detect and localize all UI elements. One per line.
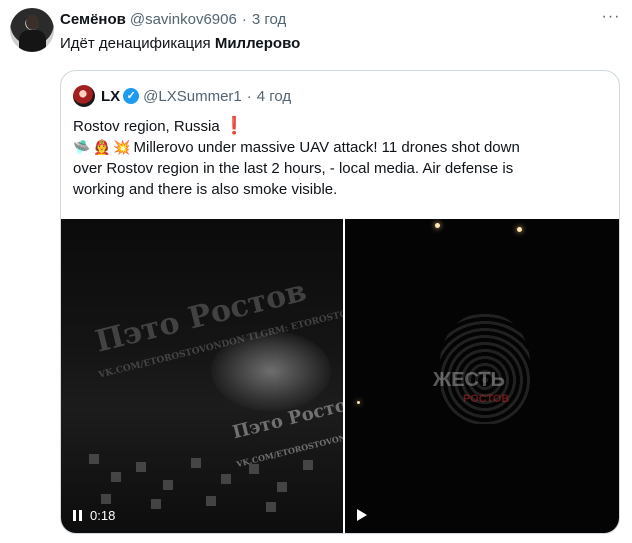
tweet-header: Семёнов @savinkov6906 · 3 год	[60, 9, 286, 29]
tweet-time[interactable]: 3 год	[252, 11, 286, 28]
sky-light	[357, 401, 360, 404]
quoted-line-1: Rostov region, Russia ❗	[73, 115, 603, 137]
quoted-line-1-text: Rostov region, Russia	[73, 118, 220, 135]
video-right-controls	[357, 503, 367, 527]
media-grid: Пэто Ростов VK.COM/ETOROSTOVONDON TLGRM:…	[61, 219, 619, 533]
watermark-main: ЖЕСТЬ	[433, 369, 505, 391]
explosion-emoji: 💥	[113, 139, 131, 155]
sky-light	[517, 227, 522, 232]
quoted-tweet-time: 4 год	[256, 87, 292, 105]
author-avatar[interactable]	[10, 8, 54, 52]
quoted-tweet-text: Rostov region, Russia ❗ 🛸 🧑‍🚒 💥 Millerov…	[73, 115, 603, 200]
author-handle[interactable]: @savinkov6906	[130, 11, 237, 28]
video-left-controls: 0:18	[73, 503, 115, 527]
ufo-emoji: 🛸	[73, 139, 91, 155]
more-icon[interactable]: ···	[600, 8, 622, 26]
exclamation-emoji: ❗	[223, 116, 246, 135]
quoted-line-3: over Rostov region in the last 2 hours, …	[73, 160, 514, 177]
watermark-sub: РОСТОВ	[463, 393, 510, 405]
author-name[interactable]: Семёнов	[60, 11, 126, 28]
play-icon[interactable]	[357, 509, 367, 521]
quoted-author-handle: @LXSummer1	[143, 87, 242, 105]
avatar-body	[19, 30, 46, 52]
video-left[interactable]: Пэто Ростов VK.COM/ETOROSTOVONDON TLGRM:…	[61, 219, 343, 533]
avatar-head	[26, 15, 39, 30]
sky-light	[435, 223, 440, 228]
quoted-tweet-header: LX ✓ @LXSummer1 · 4 год	[73, 85, 291, 107]
tweet-text-bold: Миллерово	[214, 35, 301, 52]
quoted-author-avatar	[73, 85, 95, 107]
tweet-text: Идёт денацификация Миллерово	[60, 35, 300, 52]
pause-icon[interactable]	[73, 509, 82, 521]
separator-dot: ·	[246, 87, 252, 105]
quoted-line-2: 🛸 🧑‍🚒 💥 Millerovo under massive UAV atta…	[73, 137, 603, 158]
video-right[interactable]: ЖЕСТЬ РОСТОВ	[345, 219, 619, 533]
tweet-text-prefix: Идёт денацификация	[60, 35, 211, 52]
city-lights	[81, 444, 331, 524]
person-emoji: 🧑‍🚒	[93, 139, 111, 155]
verified-badge-icon: ✓	[123, 88, 140, 104]
quoted-tweet[interactable]: LX ✓ @LXSummer1 · 4 год Rostov region, R…	[60, 70, 620, 534]
quoted-author-name: LX	[101, 87, 121, 105]
quoted-line-2-text: Millerovo under massive UAV attack! 11 d…	[133, 139, 520, 156]
separator-dot: ·	[241, 10, 247, 28]
video-left-time: 0:18	[90, 507, 116, 523]
quoted-line-4: working and there is also smoke visible.	[73, 181, 338, 198]
